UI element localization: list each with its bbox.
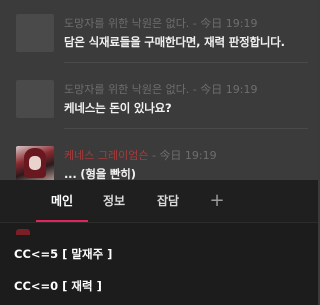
sender-name: 케네스 그레이엄슨 (64, 149, 149, 162)
timestamp: 今日 19:19 (159, 149, 217, 162)
message-divider (64, 62, 308, 63)
message-divider (64, 128, 308, 129)
sender-name: 도망자를 위한 낙원은 없다. (64, 17, 190, 30)
tab-main[interactable]: 메인 (36, 180, 88, 222)
meta-separator: - (189, 17, 201, 30)
message-text: 케네스는 돈이 있나요? (64, 101, 172, 115)
tab-bar: 메인 정보 잡담 + (0, 180, 318, 222)
character-avatar (16, 146, 54, 184)
avatar (16, 14, 54, 52)
chat-log: 도망자를 위한 낙원은 없다. - 今日 19:19 담은 식재료들을 구매한다… (0, 0, 318, 184)
message-text: 담은 식재료들을 구매한다면, 재력 판정합니다. (64, 35, 285, 49)
tab-divider (0, 222, 318, 223)
command-item[interactable]: CC<=0 [ 재력 ] (14, 278, 102, 294)
tab-chat[interactable]: 잡담 (146, 180, 190, 222)
add-tab-icon[interactable]: + (202, 180, 232, 222)
message-meta: 도망자를 위한 낙원은 없다. - 今日 19:19 (64, 81, 257, 97)
message-meta: 도망자를 위한 낙원은 없다. - 今日 19:19 (64, 15, 257, 31)
command-item[interactable]: CC<=5 [ 말재주 ] (14, 246, 112, 262)
timestamp: 今日 19:19 (200, 17, 258, 30)
meta-separator: - (189, 83, 201, 96)
timestamp: 今日 19:19 (200, 83, 258, 96)
meta-separator: - (148, 149, 160, 162)
tab-info[interactable]: 정보 (92, 180, 136, 222)
avatar (16, 80, 54, 118)
avatar-edge (16, 229, 30, 235)
sender-name: 도망자를 위한 낙원은 없다. (64, 83, 190, 96)
command-panel: 메인 정보 잡담 + CC<=5 [ 말재주 ] CC<=0 [ 재력 ] (0, 180, 318, 305)
message-meta: 케네스 그레이엄슨 - 今日 19:19 (64, 147, 217, 163)
avatar-face (29, 156, 41, 170)
